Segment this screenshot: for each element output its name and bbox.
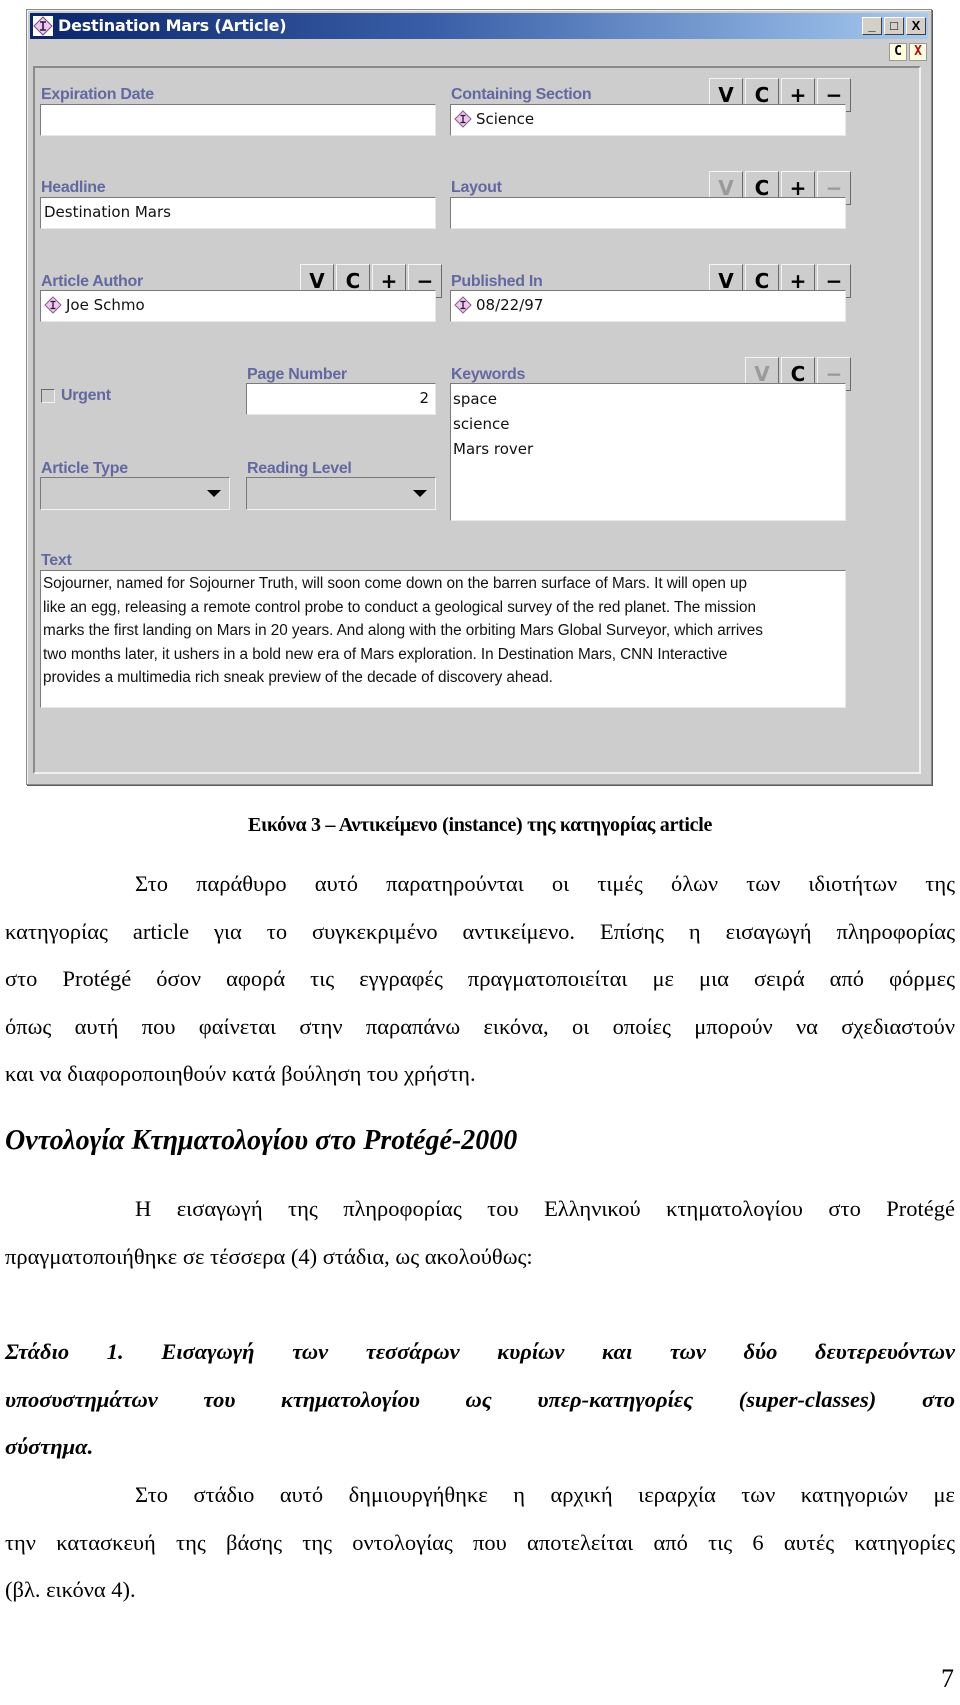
paragraph-line: πραγματοποιήθηκε σε τέσσερα (4) στάδια, … [5,1243,533,1269]
section-heading: Οντολογία Κτηματολογίου στο Protégé-2000 [5,1125,518,1156]
customize-form-button[interactable]: C [889,43,907,61]
window-title: Destination Mars (Article) [58,16,287,35]
paragraph-line: Στο παράθυρο αυτό παρατηρούνται οι τιμές… [135,871,955,896]
article-author-value: Joe Schmo [66,296,145,314]
reading-level-dropdown[interactable] [246,477,436,510]
expiration-date-label: Expiration Date [41,86,154,103]
page-number: 7 [941,1664,954,1693]
paragraph-line: στο Protégé όσον αφορά τις εγγραφές πραγ… [5,966,955,991]
paragraph-line: κατηγορίας article για το συγκεκριμένο α… [5,918,955,944]
keyword-item[interactable]: science [453,412,843,437]
keyword-item[interactable]: space [453,387,843,412]
containing-section-value: Science [476,110,535,128]
text-line: marks the first landing on Mars in 20 ye… [43,622,763,640]
page-number-field[interactable]: 2 [246,383,436,415]
urgent-label: Urgent [61,387,111,404]
paragraph-line: όπως αυτή που φαίνεται στην παραπάνω εικ… [5,1013,955,1039]
expiration-date-field[interactable] [40,104,436,136]
paragraph-line: Στο στάδιο αυτό δημιουργήθηκε η αρχική ι… [135,1482,955,1507]
figure-caption: Εικόνα 3 – Αντικείμενο (instance) της κα… [247,814,713,836]
maximize-button[interactable]: □ [884,17,904,35]
stage-line: Στάδιο 1. Εισαγωγή των τεσσάρων κυρίων κ… [5,1339,955,1364]
article-author-field[interactable]: Joe Schmo [40,290,436,322]
article-instance-window: Destination Mars (Article) _ □ X C X Exp… [26,9,932,785]
instance-icon [44,295,62,314]
containing-section-label: Containing Section [451,86,592,103]
layout-field[interactable] [450,197,846,229]
article-type-dropdown[interactable] [40,477,230,510]
form-panel: Expiration Date Containing Section V C +… [33,66,921,774]
instance-icon [454,295,472,314]
page-number-label: Page Number [247,366,347,383]
paragraph-3: Στο στάδιο αυτό δημιουργήθηκε η αρχική ι… [5,1471,955,1614]
instance-icon [33,16,53,36]
paragraph-2: Η εισαγωγή της πληροφορίας του Ελληνικού… [5,1185,955,1280]
keyword-item[interactable]: Mars rover [453,437,843,462]
headline-field[interactable]: Destination Mars [40,197,436,229]
paragraph-line: Η εισαγωγή της πληροφορίας του Ελληνικού… [135,1196,955,1221]
containing-section-field[interactable]: Science [450,104,846,136]
close-window-button[interactable]: X [906,17,926,35]
chevron-down-icon [413,490,427,497]
stage-line: σύστημα. [5,1434,94,1459]
text-line: Sojourner, named for Sojourner Truth, wi… [43,575,747,592]
stage-1-heading: Στάδιο 1. Εισαγωγή των τεσσάρων κυρίων κ… [5,1328,955,1471]
paragraph-line: (βλ. εικόνα 4). [5,1577,136,1602]
layout-label: Layout [451,179,502,196]
paragraph-1: Στο παράθυρο αυτό παρατηρούνται οι τιμές… [5,860,955,1098]
minimize-button[interactable]: _ [862,17,882,35]
text-line: two months later, it ushers in a bold ne… [43,645,728,663]
text-line: like an egg, releasing a remote control … [43,598,756,616]
reading-level-label: Reading Level [247,460,352,477]
stage-line: υποσυστημάτων του κτηματολογίου ως υπερ-… [5,1386,955,1412]
published-in-value: 08/22/97 [476,296,544,314]
published-in-field[interactable]: 08/22/97 [450,290,846,322]
close-form-button[interactable]: X [909,43,927,61]
paragraph-line: και να διαφοροποιηθούν κατά βούληση του … [5,1061,476,1086]
title-bar[interactable]: Destination Mars (Article) _ □ X [30,13,928,39]
text-line: provides a multimedia rich sneak preview… [43,669,553,687]
article-author-label: Article Author [41,273,143,290]
paragraph-line: την κατασκευή της βάσης της οντολογίας π… [5,1529,955,1555]
article-type-label: Article Type [41,460,128,477]
keywords-label: Keywords [451,366,526,383]
text-area[interactable]: Sojourner, named for Sojourner Truth, wi… [40,570,846,708]
instance-icon [454,109,472,128]
urgent-checkbox[interactable] [41,389,55,403]
chevron-down-icon [207,490,221,497]
headline-label: Headline [41,179,106,196]
keywords-list[interactable]: space science Mars rover [450,383,846,521]
published-in-label: Published In [451,273,543,290]
text-label: Text [41,552,72,569]
